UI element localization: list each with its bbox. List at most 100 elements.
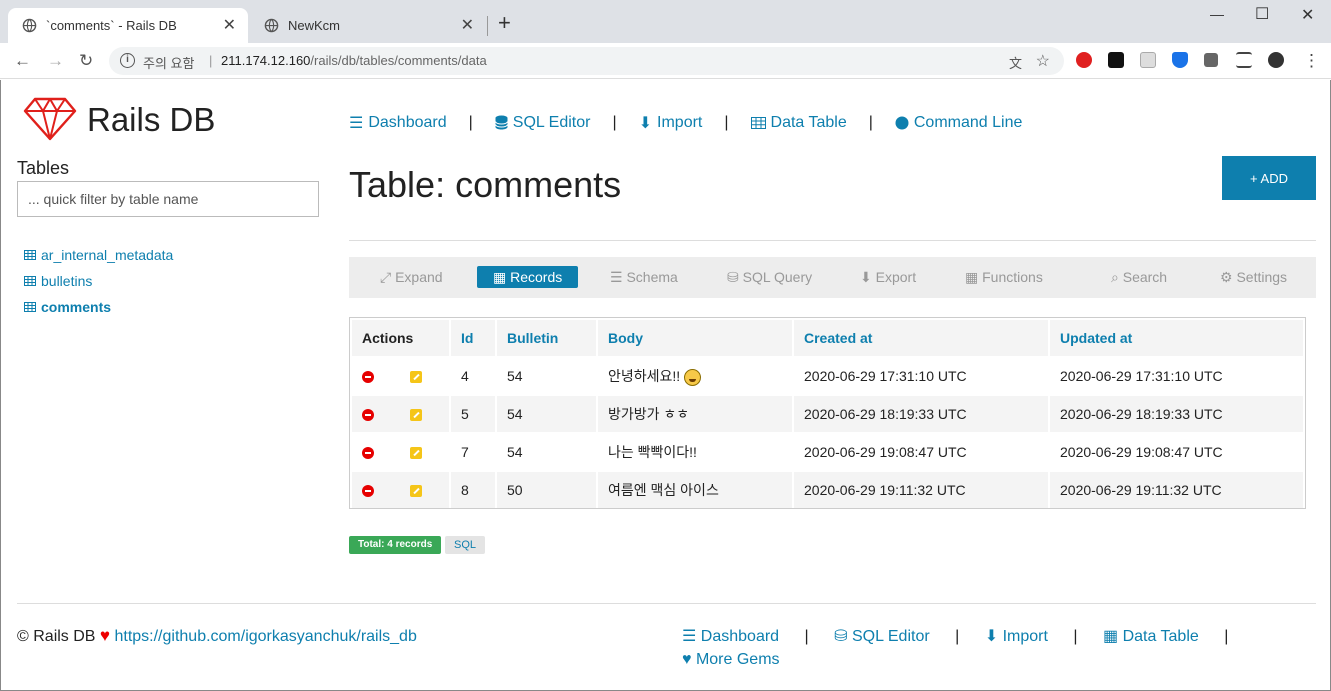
row-actions — [352, 358, 449, 394]
delete-icon[interactable] — [362, 485, 374, 498]
cell-bulletin: 54 — [497, 396, 596, 432]
nav-separator: | — [612, 114, 617, 131]
url-text[interactable]: 211.174.12.160/rails/db/tables/comments/… — [221, 53, 487, 68]
footer-more-gems[interactable]: ♥ More Gems — [682, 651, 780, 668]
media-control-icon[interactable] — [1236, 52, 1252, 68]
cell-body: 방가방가 ㅎㅎ — [598, 396, 792, 432]
cell-created-at: 2020-06-29 17:31:10 UTC — [794, 358, 1048, 394]
column-header-created-at[interactable]: Created at — [794, 320, 1048, 356]
extension-cast-icon[interactable] — [1140, 52, 1156, 68]
nav-separator: | — [468, 114, 473, 131]
window-close-icon[interactable]: ✕ — [1301, 5, 1314, 25]
back-icon[interactable]: ← — [14, 51, 31, 71]
footer-nav-dashboard[interactable]: ☰ Dashboard — [682, 628, 779, 645]
nav-separator: | — [804, 628, 809, 645]
delete-icon[interactable] — [362, 447, 374, 460]
address-divider: | — [209, 53, 213, 68]
delete-icon[interactable] — [362, 409, 374, 422]
table-icon — [24, 276, 36, 286]
sql-badge[interactable]: SQL — [445, 536, 486, 554]
subnav-functions[interactable]: ▦ Functions — [965, 269, 1043, 286]
add-record-button[interactable]: + ADD — [1222, 156, 1316, 200]
extensions-puzzle-icon[interactable] — [1204, 53, 1218, 67]
extension-adblock-icon[interactable] — [1076, 52, 1092, 68]
nav-command-line[interactable]: Command Line — [895, 114, 1022, 132]
table-list-item[interactable]: ar_internal_metadata — [24, 242, 173, 268]
tables-heading: Tables — [17, 158, 70, 178]
nav-import[interactable]: ⬇ Import — [639, 113, 703, 133]
browser-menu-icon[interactable]: ⋮ — [1303, 51, 1320, 71]
footer-nav-sql-editor[interactable]: ⛁ SQL Editor — [834, 628, 930, 645]
column-header-bulletin[interactable]: Bulletin — [497, 320, 596, 356]
list-icon: ☰ — [682, 628, 701, 645]
page-title: Table: comments — [349, 164, 622, 205]
download-icon: ⬇ — [638, 115, 653, 132]
brand-title[interactable]: Rails DB — [87, 101, 215, 139]
footer-nav-import[interactable]: ⬇ Import — [985, 628, 1048, 645]
address-bar[interactable]: i 주의 요함 | 211.174.12.160/rails/db/tables… — [109, 47, 1064, 75]
footer-nav: ☰ Dashboard | ⛁ SQL Editor | ⬇ Import | … — [682, 626, 1249, 646]
database-icon: ⛁ — [834, 628, 852, 645]
repo-link[interactable]: https://github.com/igorkasyanchuk/rails_… — [114, 628, 416, 645]
table-subnav: ⤢ Expand ▦ Records ☰ Schema ⛁ SQL Query … — [349, 257, 1316, 298]
records-table: Actions Id Bulletin Body Created at Upda… — [349, 317, 1306, 509]
table-icon — [24, 250, 36, 260]
subnav-search[interactable]: ⌕ Search — [1111, 269, 1167, 286]
database-icon: ⛁ — [727, 269, 743, 285]
download-icon: ⬇ — [860, 269, 876, 285]
reload-icon[interactable]: ↻ — [79, 51, 93, 71]
nav-separator: | — [1073, 628, 1078, 645]
cell-updated-at: 2020-06-29 18:19:33 UTC — [1050, 396, 1303, 432]
top-nav: ☰ Dashboard | SQL Editor | ⬇ Import | Data… — [349, 113, 1022, 133]
subnav-sql-query[interactable]: ⛁ SQL Query — [727, 269, 812, 286]
column-header-actions: Actions — [352, 320, 449, 356]
security-label[interactable]: 주의 요함 — [143, 53, 194, 72]
table-list-item-active[interactable]: comments — [24, 294, 173, 320]
browser-tab-inactive[interactable]: NewKcm ✕ — [250, 8, 486, 43]
nav-sql-editor[interactable]: SQL Editor — [494, 114, 590, 132]
maximize-icon[interactable]: ☐ — [1255, 4, 1269, 24]
cell-created-at: 2020-06-29 18:19:33 UTC — [794, 396, 1048, 432]
subnav-settings[interactable]: ⚙ Settings — [1220, 269, 1287, 286]
column-header-updated-at[interactable]: Updated at — [1050, 320, 1303, 356]
column-header-id[interactable]: Id — [451, 320, 495, 356]
table-filter-input[interactable] — [17, 181, 319, 217]
heart-icon: ♥ — [99, 626, 111, 645]
row-actions — [352, 396, 449, 432]
edit-icon[interactable] — [410, 371, 422, 384]
nav-dashboard[interactable]: ☰ Dashboard — [349, 113, 447, 133]
column-header-body[interactable]: Body — [598, 320, 792, 356]
ruby-logo-icon[interactable] — [23, 97, 77, 141]
edit-icon[interactable] — [410, 409, 422, 422]
delete-icon[interactable] — [362, 371, 374, 384]
subnav-export[interactable]: ⬇ Export — [860, 269, 916, 286]
subnav-records[interactable]: ▦ Records — [477, 266, 579, 288]
info-icon[interactable]: i — [120, 53, 135, 68]
edit-icon[interactable] — [410, 485, 422, 498]
forward-icon[interactable]: → — [47, 51, 64, 71]
tab-close-icon[interactable]: ✕ — [461, 15, 474, 35]
cell-body-wrapper: 안녕하세요!! — [598, 358, 792, 394]
nav-separator: | — [868, 114, 873, 131]
extension-flag-icon[interactable] — [1108, 52, 1124, 68]
table-icon — [24, 302, 36, 312]
minimize-icon[interactable]: — — [1210, 6, 1224, 22]
cell-id: 8 — [451, 472, 495, 508]
new-tab-icon[interactable]: + — [498, 10, 511, 36]
footer-nav-data-table[interactable]: ▦ Data Table — [1103, 628, 1199, 645]
database-icon — [494, 115, 508, 130]
cell-id: 5 — [451, 396, 495, 432]
bookmark-star-icon[interactable]: ☆ — [1036, 51, 1050, 71]
grid-icon: ▦ — [965, 269, 983, 285]
edit-icon[interactable] — [410, 447, 422, 460]
browser-tab-active[interactable]: `comments` - Rails DB ✕ — [8, 8, 248, 43]
table-list-item[interactable]: bulletins — [24, 268, 173, 294]
extension-shield-icon[interactable] — [1172, 52, 1188, 68]
profile-avatar-icon[interactable] — [1268, 52, 1284, 68]
subnav-expand[interactable]: ⤢ Expand — [380, 269, 443, 286]
nav-data-table[interactable]: Data Table — [750, 114, 847, 132]
subnav-schema[interactable]: ☰ Schema — [610, 269, 678, 286]
translate-icon[interactable]: 文 — [1009, 53, 1022, 72]
tab-close-icon[interactable]: ✕ — [223, 15, 236, 35]
row-actions — [352, 434, 449, 470]
